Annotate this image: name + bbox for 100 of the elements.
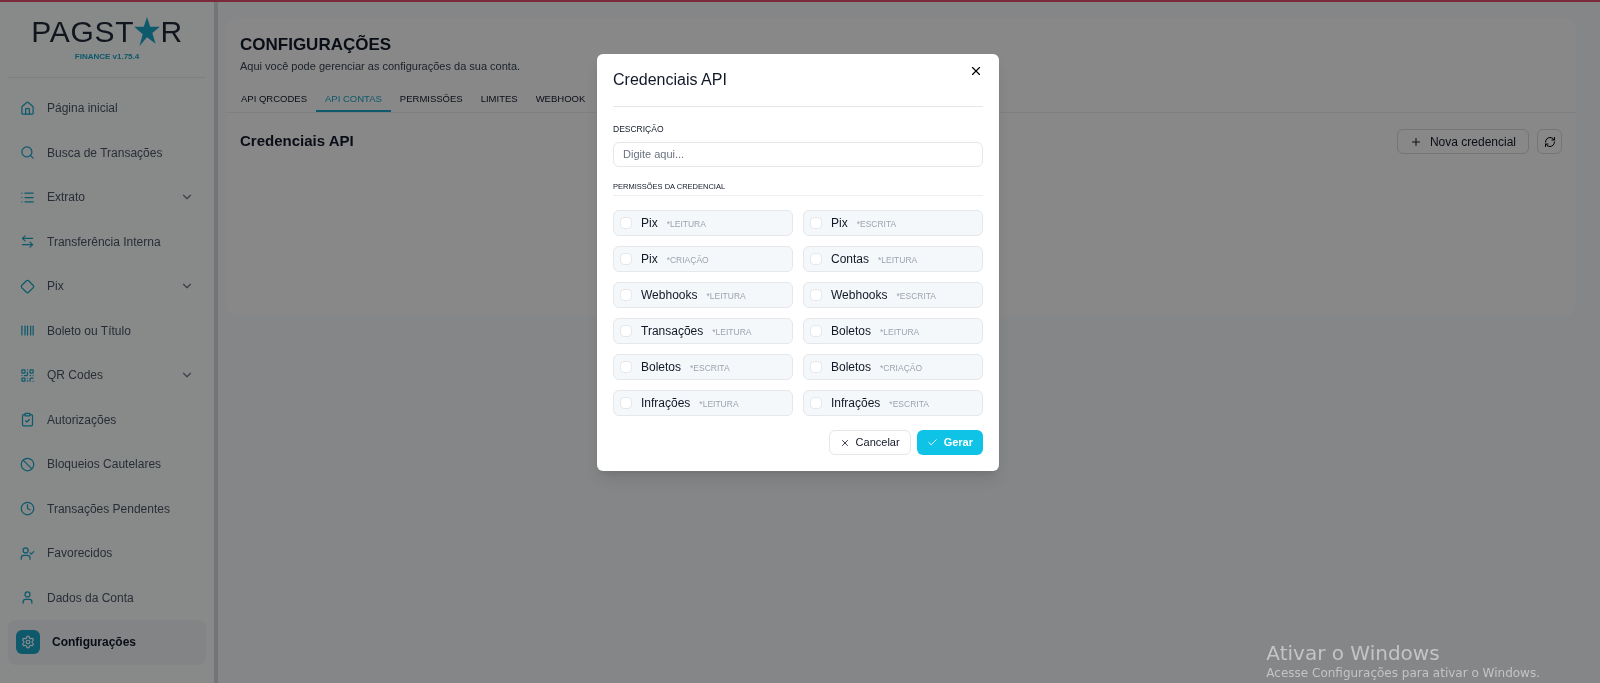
permission-option[interactable]: Infrações *ESCRITA xyxy=(803,390,983,416)
sidebar-label: Pix xyxy=(47,278,65,296)
checkbox[interactable] xyxy=(810,253,822,265)
permission-name: Contas xyxy=(831,251,870,268)
checkbox[interactable] xyxy=(810,361,822,373)
permission-name: Transações xyxy=(641,323,704,340)
sidebar-item[interactable]: Transações Pendentes xyxy=(8,486,206,531)
permission-scope: *LEITURA xyxy=(666,218,706,231)
permission-option[interactable]: Boletos *LEITURA xyxy=(803,318,983,344)
permission-name: Infrações xyxy=(831,395,881,412)
activation-text: Acesse Configurações para ativar o Windows. xyxy=(1266,665,1540,681)
sidebar-item[interactable]: Favorecidos xyxy=(8,531,206,576)
qr-code-icon xyxy=(20,367,35,383)
sidebar-label: Busca de Transações xyxy=(47,144,164,162)
sidebar-label: QR Codes xyxy=(47,367,105,385)
cancel-button[interactable]: Cancelar xyxy=(828,430,911,455)
permission-option[interactable]: Pix *LEITURA xyxy=(613,210,793,236)
sidebar-item[interactable]: Autorizações xyxy=(8,397,206,442)
sidebar-label: Transações Pendentes xyxy=(47,500,171,518)
permission-name: Boletos xyxy=(831,323,872,340)
arrows-icon xyxy=(20,234,35,250)
checkbox[interactable] xyxy=(810,397,822,409)
permission-option[interactable]: Contas *LEITURA xyxy=(803,246,983,272)
new-credential-button[interactable]: Nova credencial xyxy=(1396,129,1529,154)
modal-title: Credenciais API xyxy=(613,70,727,90)
clipboard-check-icon xyxy=(20,412,35,428)
sidebar-label: Página inicial xyxy=(47,100,119,118)
permission-scope: *CRIAÇÃO xyxy=(880,362,923,375)
checkbox[interactable] xyxy=(620,253,632,265)
user-check-icon xyxy=(20,545,35,561)
permission-name: Webhooks xyxy=(641,287,698,304)
ban-icon xyxy=(20,456,35,472)
sidebar-item[interactable]: QR Codes xyxy=(8,353,206,398)
checkbox[interactable] xyxy=(620,361,632,373)
sidebar-label: Configurações xyxy=(52,634,137,652)
permission-option[interactable]: Boletos *ESCRITA xyxy=(613,354,793,380)
refresh-button[interactable] xyxy=(1537,129,1562,154)
permission-name: Webhooks xyxy=(831,287,888,304)
page-title: CONFIGURAÇÕES xyxy=(240,34,393,56)
permission-scope: *ESCRITA xyxy=(856,218,897,231)
close-button[interactable] xyxy=(969,64,983,78)
sidebar-item[interactable]: Dados da Conta xyxy=(8,575,206,620)
activation-title: Ativar o Windows xyxy=(1266,641,1441,665)
sidebar-item[interactable]: Boleto ou Título xyxy=(8,308,206,353)
section-title: Credenciais API xyxy=(240,131,354,152)
permission-name: Pix xyxy=(641,215,658,232)
tab[interactable]: API QRCODES xyxy=(232,88,316,112)
field-label: DESCRIÇÃO xyxy=(613,123,665,136)
checkbox[interactable] xyxy=(620,289,632,301)
settings-icon xyxy=(16,630,40,655)
permission-option[interactable]: Transações *LEITURA xyxy=(613,318,793,344)
tab[interactable]: WEBHOOK xyxy=(526,88,595,112)
checkbox[interactable] xyxy=(620,217,632,229)
page-subtitle: Aqui você pode gerenciar as configurações da sua conta. xyxy=(240,58,521,74)
permission-name: Pix xyxy=(831,215,848,232)
permission-name: Pix xyxy=(641,251,658,268)
permission-scope: *LEITURA xyxy=(880,326,920,339)
sidebar-label: Favorecidos xyxy=(47,545,114,563)
logo-text: PAGST xyxy=(31,16,135,47)
sidebar-label: Dados da Conta xyxy=(47,589,135,607)
permission-option[interactable]: Webhooks *ESCRITA xyxy=(803,282,983,308)
permission-option[interactable]: Webhooks *LEITURA xyxy=(613,282,793,308)
sidebar-item[interactable]: Bloqueios Cautelares xyxy=(8,442,206,487)
tab[interactable]: LIMITES xyxy=(471,88,527,112)
sidebar-item[interactable]: Transferência Interna xyxy=(8,219,206,264)
refresh-icon xyxy=(1543,135,1556,148)
check-icon xyxy=(926,437,938,448)
permission-option[interactable]: Pix *CRIAÇÃO xyxy=(613,246,793,272)
sidebar-item[interactable]: Configurações xyxy=(8,620,206,665)
close-icon xyxy=(969,64,983,78)
permission-scope: *LEITURA xyxy=(712,326,752,339)
diamond-icon xyxy=(20,278,35,294)
sidebar-label: Autorizações xyxy=(47,411,118,429)
star-icon xyxy=(134,16,161,47)
list-icon xyxy=(20,189,35,205)
permission-scope: *ESCRITA xyxy=(889,398,929,411)
description-field[interactable]: Digite aqui... xyxy=(613,141,983,167)
checkbox[interactable] xyxy=(810,325,822,337)
home-icon xyxy=(20,100,35,116)
tab[interactable]: PERMISSÕES xyxy=(390,88,472,112)
permission-name: Infrações xyxy=(641,395,691,412)
close-icon xyxy=(839,437,850,448)
version-label: FINANCE v1.75.4 xyxy=(74,50,140,63)
checkbox[interactable] xyxy=(810,289,822,301)
sidebar-item[interactable]: Pix xyxy=(8,264,206,309)
sidebar-item[interactable]: Página inicial xyxy=(8,86,206,131)
sidebar-label: Bloqueios Cautelares xyxy=(47,456,163,474)
user-icon xyxy=(20,590,35,606)
permission-option[interactable]: Pix *ESCRITA xyxy=(803,210,983,236)
sidebar-item[interactable]: Busca de Transações xyxy=(8,130,206,175)
permission-scope: *LEITURA xyxy=(706,290,746,303)
checkbox[interactable] xyxy=(620,325,632,337)
checkbox[interactable] xyxy=(620,397,632,409)
sidebar-label: Extrato xyxy=(47,189,86,207)
permission-option[interactable]: Infrações *LEITURA xyxy=(613,390,793,416)
checkbox[interactable] xyxy=(810,217,822,229)
permission-scope: *CRIAÇÃO xyxy=(666,254,709,267)
permission-option[interactable]: Boletos *CRIAÇÃO xyxy=(803,354,983,380)
clock-icon xyxy=(20,501,35,517)
sidebar-item[interactable]: Extrato xyxy=(8,175,206,220)
